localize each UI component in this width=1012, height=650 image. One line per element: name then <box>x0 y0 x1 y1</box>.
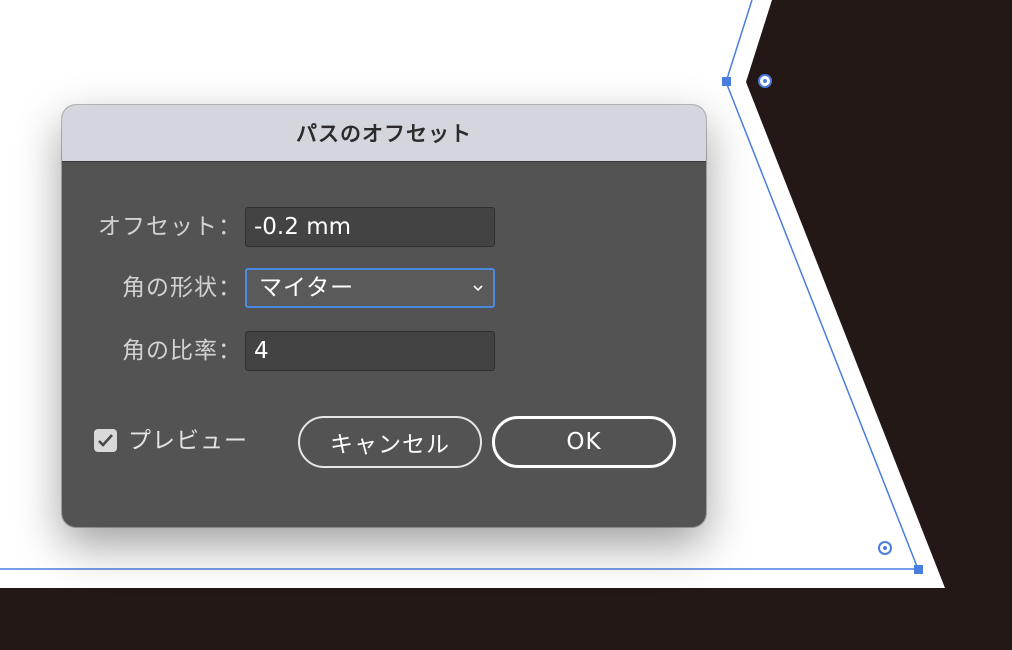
miter-limit-input[interactable]: 4 <box>245 331 495 371</box>
joins-selected-value: マイター <box>259 275 355 301</box>
chevron-down-icon <box>473 285 483 292</box>
checkmark-icon <box>98 434 113 447</box>
offset-path-dialog: パスのオフセット オフセット： -0.2 mm 角の形状： マイター 角の比率：… <box>62 105 706 527</box>
offset-row: オフセット： -0.2 mm <box>62 207 706 247</box>
artwork-dark-shape[interactable] <box>746 0 1012 588</box>
corner-widget-icon[interactable] <box>758 74 772 88</box>
offset-input[interactable]: -0.2 mm <box>245 207 495 247</box>
artwork-bottom-band[interactable] <box>0 588 1012 650</box>
offset-label: オフセット： <box>98 214 242 240</box>
anchor-point-bottom[interactable] <box>914 565 923 574</box>
joins-select[interactable]: マイター <box>245 268 495 308</box>
miter-limit-label: 角の比率： <box>122 338 242 364</box>
dialog-title: パスのオフセット <box>296 122 472 146</box>
anchor-point-top[interactable] <box>722 77 731 86</box>
ok-button[interactable]: OK <box>492 416 676 468</box>
dialog-titlebar[interactable]: パスのオフセット <box>62 105 706 162</box>
corner-widget-icon[interactable] <box>878 541 892 555</box>
joins-row: 角の形状： マイター <box>62 268 706 308</box>
cancel-button[interactable]: キャンセル <box>298 416 482 468</box>
joins-label: 角の形状： <box>122 275 242 301</box>
preview-label[interactable]: プレビュー <box>128 421 248 461</box>
miter-limit-row: 角の比率： 4 <box>62 331 706 371</box>
preview-checkbox[interactable] <box>94 429 117 452</box>
